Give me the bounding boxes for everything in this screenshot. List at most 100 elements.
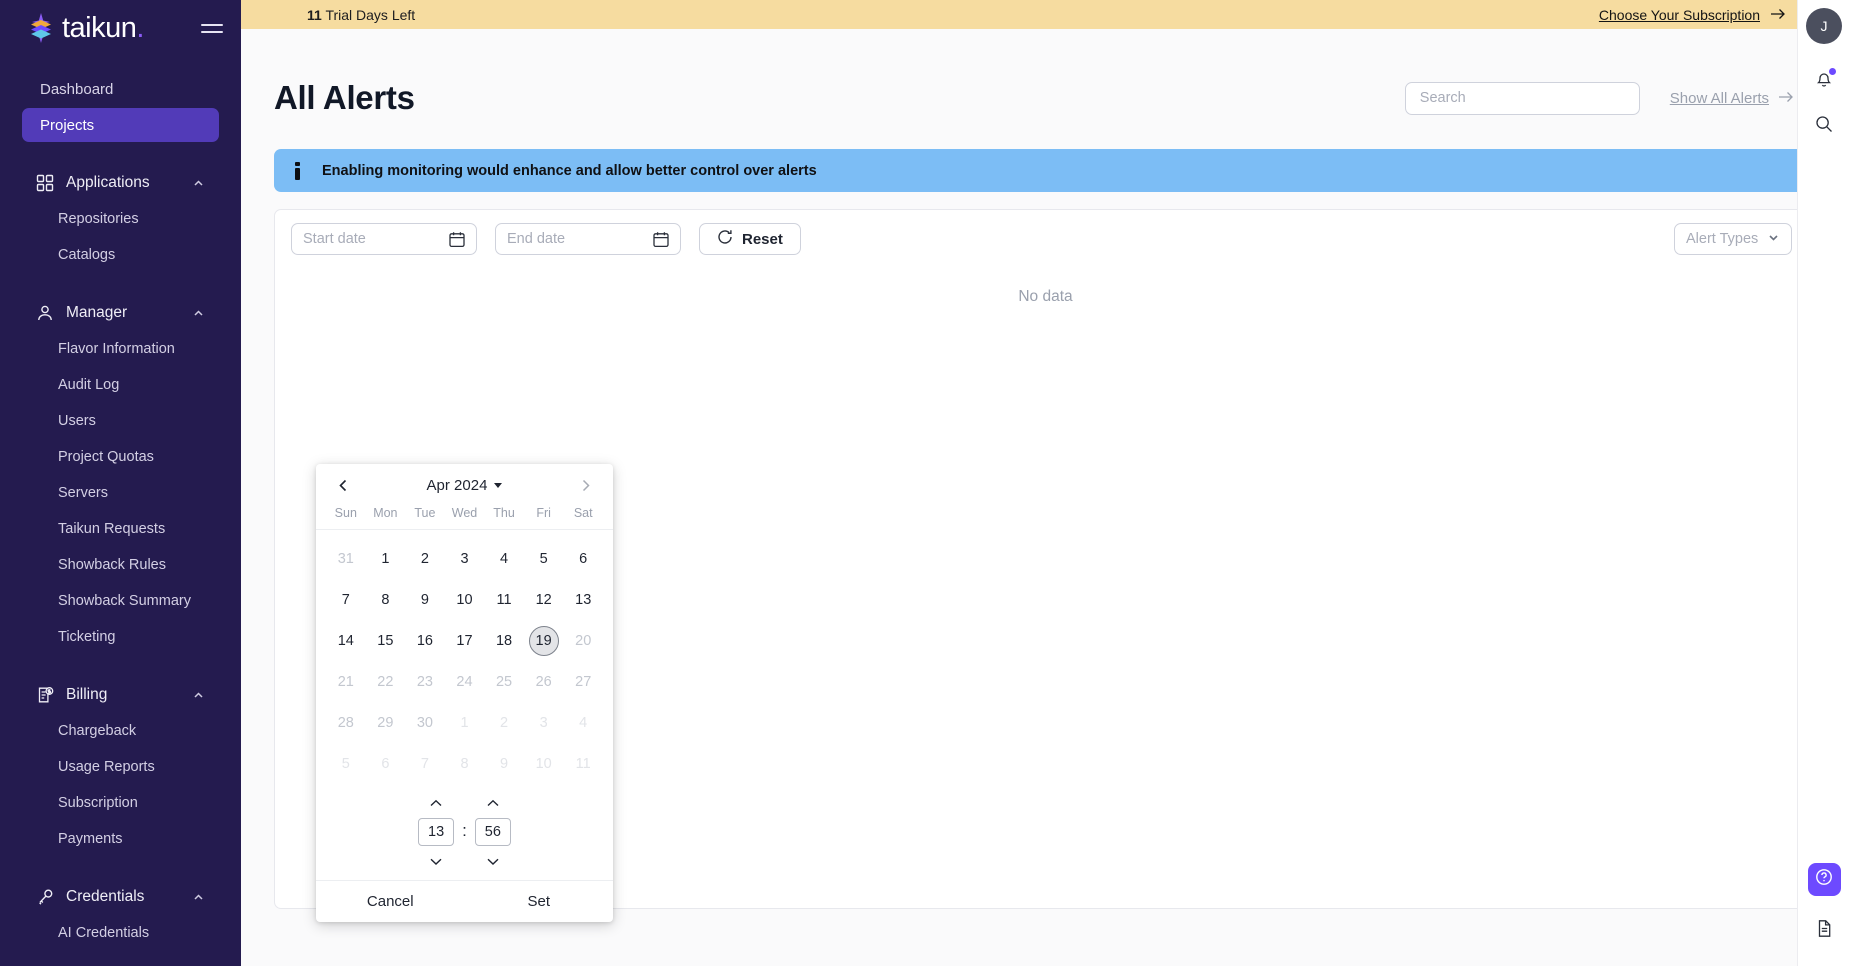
calendar-day[interactable]: 10 bbox=[445, 579, 485, 620]
sidebar-item-catalogs[interactable]: Catalogs bbox=[22, 238, 219, 272]
choose-subscription-link[interactable]: Choose Your Subscription bbox=[1599, 7, 1786, 23]
calendar-day[interactable]: 29 bbox=[366, 702, 406, 743]
chevron-left-icon[interactable] bbox=[332, 474, 354, 496]
calendar-day[interactable]: 7 bbox=[405, 743, 445, 784]
calendar-day[interactable]: 8 bbox=[366, 579, 406, 620]
calendar-day[interactable]: 21 bbox=[326, 661, 366, 702]
calendar-day[interactable]: 31 bbox=[326, 538, 366, 579]
calendar-day[interactable]: 9 bbox=[405, 579, 445, 620]
calendar-day[interactable]: 15 bbox=[366, 620, 406, 661]
sidebar-item-projects[interactable]: Projects bbox=[22, 108, 219, 142]
minutes-decrement-button[interactable] bbox=[480, 852, 506, 870]
calendar-day[interactable]: 1 bbox=[445, 702, 485, 743]
time-picker: 13 : 56 bbox=[316, 790, 613, 880]
calendar-day[interactable]: 4 bbox=[484, 538, 524, 579]
calendar-month-selector[interactable]: Apr 2024 bbox=[427, 477, 503, 494]
calendar-day[interactable]: 9 bbox=[484, 743, 524, 784]
calendar-day[interactable]: 3 bbox=[445, 538, 485, 579]
end-date-input[interactable]: End date bbox=[495, 223, 681, 256]
sidebar-group-credentials[interactable]: Credentials bbox=[22, 880, 219, 914]
sidebar-item-ticketing[interactable]: Ticketing bbox=[22, 620, 219, 654]
calendar-day[interactable]: 16 bbox=[405, 620, 445, 661]
calendar-day[interactable]: 1 bbox=[366, 538, 406, 579]
bell-icon[interactable] bbox=[1802, 58, 1846, 102]
help-button[interactable] bbox=[1807, 863, 1841, 896]
sidebar-item-label: Usage Reports bbox=[58, 759, 155, 775]
sidebar-item-showback-rules[interactable]: Showback Rules bbox=[22, 548, 219, 582]
hamburger-menu-icon[interactable] bbox=[201, 20, 223, 36]
sidebar-item-payments[interactable]: Payments bbox=[22, 822, 219, 856]
cancel-button[interactable]: Cancel bbox=[316, 893, 465, 910]
calendar-day[interactable]: 26 bbox=[524, 661, 564, 702]
calendar-day[interactable]: 18 bbox=[484, 620, 524, 661]
hours-decrement-button[interactable] bbox=[423, 852, 449, 870]
calendar-day[interactable]: 5 bbox=[524, 538, 564, 579]
sidebar-item-project-quotas[interactable]: Project Quotas bbox=[22, 440, 219, 474]
calendar-day[interactable]: 2 bbox=[405, 538, 445, 579]
chevron-right-icon[interactable] bbox=[575, 474, 597, 496]
calendar-day[interactable]: 17 bbox=[445, 620, 485, 661]
reset-label: Reset bbox=[742, 230, 783, 248]
calendar-day[interactable]: 5 bbox=[326, 743, 366, 784]
sidebar-group-billing[interactable]: Billing bbox=[22, 678, 219, 712]
set-button[interactable]: Set bbox=[465, 893, 614, 910]
alert-types-select[interactable]: Alert Types bbox=[1674, 223, 1792, 256]
reset-button[interactable]: Reset bbox=[699, 223, 801, 256]
calendar-day[interactable]: 28 bbox=[326, 702, 366, 743]
search-box[interactable] bbox=[1404, 81, 1640, 115]
calendar-day[interactable]: 7 bbox=[326, 579, 366, 620]
brand-logo-link[interactable]: taikun. bbox=[24, 11, 144, 45]
calendar-day-number: 14 bbox=[337, 632, 354, 649]
calendar-day[interactable]: 22 bbox=[366, 661, 406, 702]
document-icon[interactable] bbox=[1802, 906, 1846, 950]
calendar-day[interactable]: 12 bbox=[524, 579, 564, 620]
calendar-day[interactable]: 10 bbox=[524, 743, 564, 784]
calendar-day[interactable]: 6 bbox=[366, 743, 406, 784]
calendar-icon[interactable] bbox=[653, 231, 669, 248]
sidebar-item-subscription[interactable]: Subscription bbox=[22, 786, 219, 820]
calendar-day[interactable]: 30 bbox=[405, 702, 445, 743]
start-date-input[interactable]: Start date bbox=[291, 223, 477, 256]
sidebar-item-usage-reports[interactable]: Usage Reports bbox=[22, 750, 219, 784]
sidebar-header: taikun. bbox=[0, 0, 241, 56]
sidebar-item-flavor-information[interactable]: Flavor Information bbox=[22, 332, 219, 366]
sidebar-item-taikun-requests[interactable]: Taikun Requests bbox=[22, 512, 219, 546]
calendar-day[interactable]: 20 bbox=[563, 620, 603, 661]
sidebar-item-audit-log[interactable]: Audit Log bbox=[22, 368, 219, 402]
sidebar-item-ai-credentials[interactable]: AI Credentials bbox=[22, 916, 219, 950]
calendar-day[interactable]: 14 bbox=[326, 620, 366, 661]
brand-name: taikun. bbox=[62, 11, 144, 44]
calendar-day-number: 15 bbox=[377, 632, 394, 649]
calendar-day-number: 18 bbox=[495, 632, 513, 649]
calendar-day[interactable]: 25 bbox=[484, 661, 524, 702]
sidebar-item-servers[interactable]: Servers bbox=[22, 476, 219, 510]
search-input[interactable] bbox=[1417, 89, 1627, 108]
minutes-field[interactable]: 56 bbox=[474, 818, 511, 847]
sidebar-item-dashboard[interactable]: Dashboard bbox=[22, 72, 219, 106]
calendar-day[interactable]: 11 bbox=[563, 743, 603, 784]
calendar-day[interactable]: 11 bbox=[484, 579, 524, 620]
calendar-day[interactable]: 8 bbox=[445, 743, 485, 784]
sidebar-item-users[interactable]: Users bbox=[22, 404, 219, 438]
calendar-day[interactable]: 4 bbox=[563, 702, 603, 743]
sidebar-item-showback-summary[interactable]: Showback Summary bbox=[22, 584, 219, 618]
calendar-day[interactable]: 23 bbox=[405, 661, 445, 702]
minutes-increment-button[interactable] bbox=[480, 794, 506, 812]
calendar-day[interactable]: 3 bbox=[524, 702, 564, 743]
sidebar-group-manager[interactable]: Manager bbox=[22, 296, 219, 330]
sidebar-group-applications[interactable]: Applications bbox=[22, 166, 219, 200]
calendar-day[interactable]: 2 bbox=[484, 702, 524, 743]
show-all-alerts-link[interactable]: Show All Alerts bbox=[1670, 90, 1794, 107]
avatar[interactable]: J bbox=[1806, 8, 1842, 44]
calendar-icon[interactable] bbox=[449, 231, 465, 248]
calendar-day[interactable]: 27 bbox=[563, 661, 603, 702]
sidebar-item-repositories[interactable]: Repositories bbox=[22, 202, 219, 236]
hours-field[interactable]: 13 bbox=[418, 818, 455, 847]
calendar-day[interactable]: 6 bbox=[563, 538, 603, 579]
hours-increment-button[interactable] bbox=[423, 794, 449, 812]
calendar-day-selected[interactable]: 19 bbox=[524, 620, 564, 661]
search-icon[interactable] bbox=[1802, 102, 1846, 146]
calendar-day[interactable]: 24 bbox=[445, 661, 485, 702]
sidebar-item-chargeback[interactable]: Chargeback bbox=[22, 714, 219, 748]
calendar-day[interactable]: 13 bbox=[563, 579, 603, 620]
